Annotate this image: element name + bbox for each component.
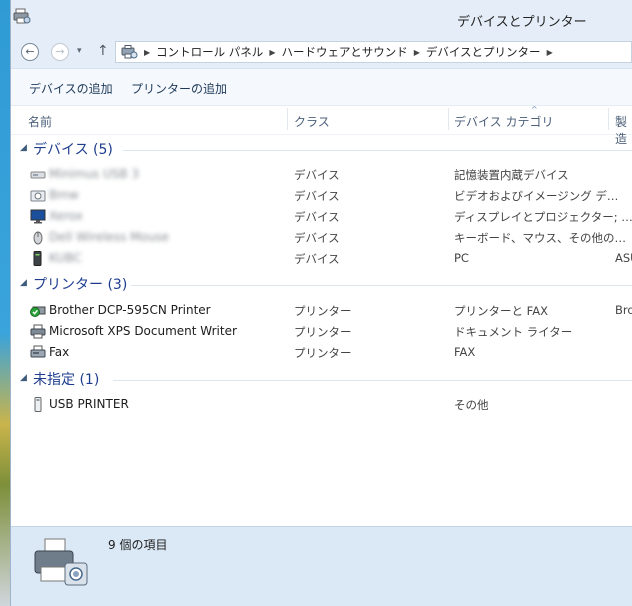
back-button[interactable]: ← xyxy=(21,43,39,61)
title-bar[interactable]: デバイスとプリンター xyxy=(11,0,632,38)
add-device-button[interactable]: デバイスの追加 xyxy=(29,80,113,97)
printer-icon xyxy=(30,324,46,339)
monitor-icon xyxy=(30,209,46,224)
recent-locations-dropdown[interactable]: ▾ xyxy=(77,46,82,56)
breadcrumb-separator[interactable]: ▶ xyxy=(414,48,420,57)
device-category: PC xyxy=(454,251,469,265)
list-item[interactable]: Dell Wireless Mouse デバイス キーボード、マウス、その他の… xyxy=(11,227,632,248)
device-class: デバイス xyxy=(294,231,340,245)
window-title: デバイスとプリンター xyxy=(457,15,587,30)
printer-class: プリンター xyxy=(294,346,352,360)
default-printer-icon xyxy=(30,306,46,317)
list-item[interactable]: Microsoft XPS Document Writer プリンター ドキュメ… xyxy=(11,321,632,342)
column-name[interactable]: 名前 xyxy=(28,113,52,130)
collapse-icon[interactable]: ◢ xyxy=(20,373,27,383)
device-category: キーボード、マウス、その他の… xyxy=(454,231,627,245)
breadcrumb-hardware-sound[interactable]: ハードウェアとサウンド xyxy=(281,44,407,60)
navigation-bar: ← → ▾ ↑ ▶ コントロール パネル ▶ ハードウェアとサウンド ▶ デバイ… xyxy=(11,38,632,69)
add-printer-button[interactable]: プリンターの追加 xyxy=(131,80,227,97)
mouse-icon xyxy=(33,231,43,245)
column-category[interactable]: デバイス カテゴリ xyxy=(454,113,553,130)
breadcrumb-separator[interactable]: ▶ xyxy=(547,48,553,57)
collapse-icon[interactable]: ◢ xyxy=(20,143,27,153)
up-button[interactable]: ↑ xyxy=(97,43,109,59)
address-bar[interactable]: ▶ コントロール パネル ▶ ハードウェアとサウンド ▶ デバイスとプリンター … xyxy=(115,41,632,63)
printer-maker: Bro xyxy=(615,303,632,317)
devices-printers-icon xyxy=(34,538,88,586)
device-category: ディスプレイとプロジェクター; … xyxy=(454,210,632,224)
control-panel-icon xyxy=(121,45,138,59)
list-item[interactable]: KUBC デバイス PC ASU xyxy=(11,248,632,269)
camera-icon xyxy=(30,190,46,202)
printer-category: プリンターと FAX xyxy=(454,304,548,318)
device-class: デバイス xyxy=(294,168,340,182)
collapse-icon[interactable]: ◢ xyxy=(20,278,27,288)
devices-printers-icon xyxy=(13,8,31,24)
group-header-unspecified[interactable]: ◢ 未指定 (1) xyxy=(11,369,632,391)
group-divider xyxy=(131,285,632,286)
printer-class: プリンター xyxy=(294,304,352,318)
device-class: デバイス xyxy=(294,189,340,203)
breadcrumb-control-panel[interactable]: コントロール パネル xyxy=(156,44,263,60)
breadcrumb-devices-printers[interactable]: デバイスとプリンター xyxy=(426,44,541,60)
fax-icon xyxy=(30,345,46,358)
breadcrumb-separator[interactable]: ▶ xyxy=(144,48,150,57)
desktop-edge xyxy=(0,0,10,606)
column-divider[interactable] xyxy=(448,108,449,130)
device-name: Dell Wireless Mouse xyxy=(49,230,170,244)
device-name: Minimus USB 3 xyxy=(49,167,140,181)
item-count: 9 個の項目 xyxy=(108,538,168,552)
device-category: その他 xyxy=(454,398,489,412)
list-item[interactable]: USB PRINTER その他 xyxy=(11,394,632,415)
printer-name: Brother DCP-595CN Printer xyxy=(49,303,211,317)
column-divider[interactable] xyxy=(287,108,288,130)
command-bar: デバイスの追加 プリンターの追加 xyxy=(11,69,632,106)
device-class: デバイス xyxy=(294,210,340,224)
device-name: USB PRINTER xyxy=(49,397,129,411)
printer-name: Fax xyxy=(49,345,70,359)
printer-name: Microsoft XPS Document Writer xyxy=(49,324,237,338)
device-class: デバイス xyxy=(294,252,340,266)
list-item[interactable]: Brother DCP-595CN Printer プリンター プリンターと F… xyxy=(11,300,632,321)
device-category: ビデオおよびイメージング デ… xyxy=(454,189,619,203)
column-divider[interactable] xyxy=(608,108,609,130)
list-item[interactable]: Minimus USB 3 デバイス 記憶装置内蔵デバイス xyxy=(11,164,632,185)
group-label: プリンター (3) xyxy=(33,277,128,293)
device-name: KUBC xyxy=(49,251,82,265)
device-name: Xerox xyxy=(49,209,83,223)
group-header-devices[interactable]: ◢ デバイス (5) xyxy=(11,139,632,161)
sort-indicator-icon: ^ xyxy=(531,105,538,114)
device-category: 記憶装置内蔵デバイス xyxy=(454,168,569,182)
usb-device-icon xyxy=(34,397,42,412)
group-divider xyxy=(123,150,632,151)
group-label: デバイス (5) xyxy=(33,142,113,158)
usb-drive-icon xyxy=(30,171,46,179)
list-item[interactable]: Bmw デバイス ビデオおよびイメージング デ… xyxy=(11,185,632,206)
device-maker: ASU xyxy=(615,251,632,265)
group-divider xyxy=(113,380,632,381)
devices-and-printers-window: デバイスとプリンター ← → ▾ ↑ ▶ コントロール パネル ▶ ハードウェア… xyxy=(10,0,632,606)
printer-category: FAX xyxy=(454,345,476,359)
group-label: 未指定 (1) xyxy=(33,372,100,388)
status-bar: 9 個の項目 xyxy=(11,526,632,606)
printer-category: ドキュメント ライター xyxy=(454,325,573,339)
breadcrumb-separator[interactable]: ▶ xyxy=(269,48,275,57)
list-item[interactable]: Xerox デバイス ディスプレイとプロジェクター; … xyxy=(11,206,632,227)
forward-button[interactable]: → xyxy=(51,43,69,61)
device-name: Bmw xyxy=(49,188,79,202)
printer-class: プリンター xyxy=(294,325,352,339)
column-class[interactable]: クラス xyxy=(294,113,330,130)
column-header: 名前 クラス デバイス カテゴリ ^ 製造 xyxy=(11,105,632,146)
group-header-printers[interactable]: ◢ プリンター (3) xyxy=(11,274,632,296)
pc-tower-icon xyxy=(33,251,42,266)
list-item[interactable]: Fax プリンター FAX xyxy=(11,342,632,363)
